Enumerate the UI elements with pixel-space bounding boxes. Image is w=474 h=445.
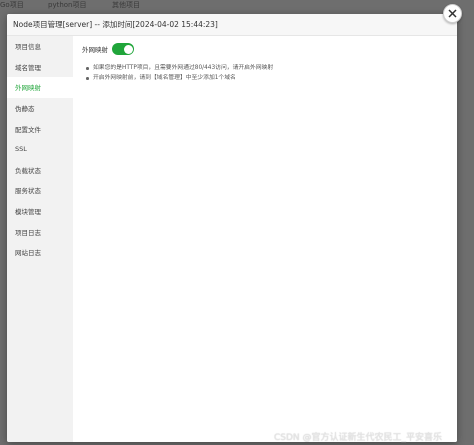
sidebar-item-config-file[interactable]: 配置文件 bbox=[7, 118, 73, 139]
tip-item: 如果您的是HTTP项目，且需要外网通过80/443访问，请开启外网映射 bbox=[86, 63, 273, 73]
watermark: CSDN @官方认证新生代农民工_平安喜乐 bbox=[274, 433, 443, 443]
sidebar-item-label: 网站日志 bbox=[15, 249, 41, 258]
background-tab-other: 其他项目 bbox=[112, 1, 140, 9]
project-manage-modal: Node项目管理[server] -- 添加时间[2024-04-02 15:4… bbox=[7, 14, 457, 442]
sidebar-item-label: 服务状态 bbox=[15, 187, 41, 196]
tip-item: 开启外网映射前，请到【域名管理】中至少添加1个域名 bbox=[86, 73, 273, 83]
sidebar-item-label: 模块管理 bbox=[15, 208, 41, 217]
close-button[interactable] bbox=[443, 4, 462, 23]
sidebar-item-ssl[interactable]: SSL bbox=[7, 139, 73, 160]
sidebar-item-load-status[interactable]: 负载状态 bbox=[7, 160, 73, 181]
sidebar-item-site-log[interactable]: 网站日志 bbox=[7, 242, 73, 263]
sidebar-item-domain-manage[interactable]: 域名管理 bbox=[7, 57, 73, 78]
tips-list: 如果您的是HTTP项目，且需要外网通过80/443访问，请开启外网映射 开启外网… bbox=[86, 63, 273, 83]
modal-header: Node项目管理[server] -- 添加时间[2024-04-02 15:4… bbox=[7, 14, 457, 36]
toggle-label: 外网映射 bbox=[82, 46, 108, 54]
sidebar-item-label: 配置文件 bbox=[15, 125, 41, 134]
sidebar-item-module-manage[interactable]: 模块管理 bbox=[7, 201, 73, 222]
sidebar-item-label: 外网映射 bbox=[15, 84, 41, 93]
sidebar-item-label: 项目信息 bbox=[15, 43, 41, 52]
external-mapping-toggle-row: 外网映射 bbox=[82, 43, 134, 55]
sidebar-item-external-mapping[interactable]: 外网映射 bbox=[7, 77, 73, 98]
sidebar-item-project-info[interactable]: 项目信息 bbox=[7, 36, 73, 57]
sidebar-item-label: 项目日志 bbox=[15, 228, 41, 237]
modal-sidebar: 项目信息 域名管理 外网映射 伪静态 配置文件 SSL 负载状态 服务状态 模块… bbox=[7, 36, 73, 442]
modal-title: Node项目管理[server] -- 添加时间[2024-04-02 15:4… bbox=[13, 20, 218, 29]
sidebar-item-service-status[interactable]: 服务状态 bbox=[7, 180, 73, 201]
background-tab-go: Go项目 bbox=[0, 1, 24, 9]
sidebar-item-label: SSL bbox=[15, 145, 27, 154]
background-tab-python: python项目 bbox=[48, 1, 87, 9]
toggle-knob bbox=[123, 44, 133, 54]
modal-content: 外网映射 如果您的是HTTP项目，且需要外网通过80/443访问，请开启外网映射… bbox=[73, 36, 457, 442]
sidebar-item-label: 域名管理 bbox=[15, 63, 41, 72]
sidebar-item-label: 负载状态 bbox=[15, 166, 41, 175]
sidebar-item-project-log[interactable]: 项目日志 bbox=[7, 221, 73, 242]
close-icon bbox=[448, 9, 457, 18]
sidebar-item-rewrite[interactable]: 伪静态 bbox=[7, 98, 73, 119]
sidebar-item-label: 伪静态 bbox=[15, 105, 35, 114]
external-mapping-toggle[interactable] bbox=[112, 43, 134, 55]
background-tabs: Go项目 python项目 其他项目 bbox=[0, 0, 474, 12]
